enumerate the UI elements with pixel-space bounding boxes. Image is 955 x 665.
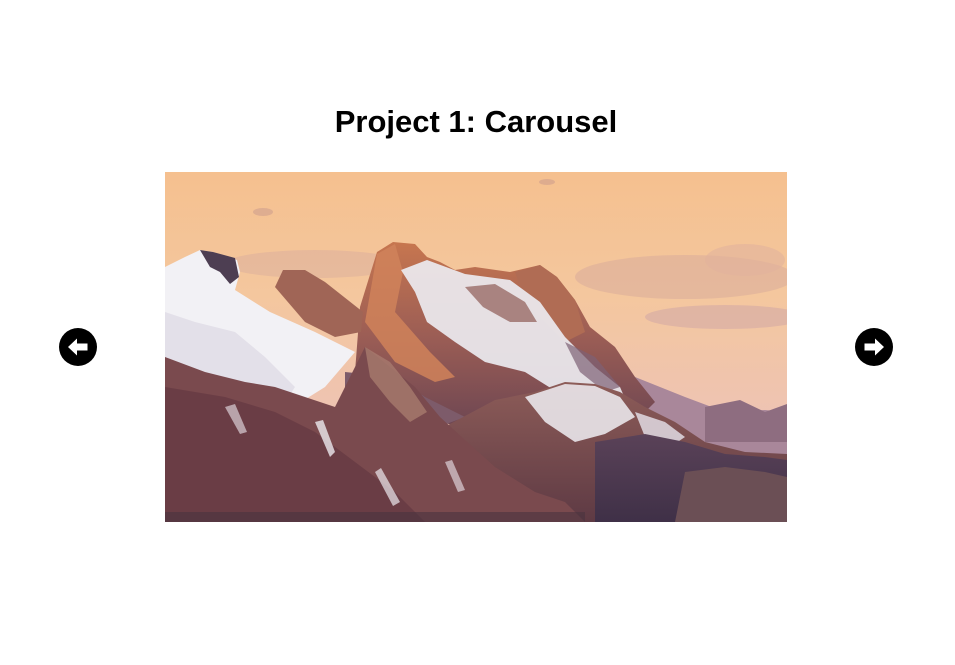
- arrow-left-icon: [68, 338, 88, 356]
- prev-button[interactable]: [59, 328, 97, 366]
- arrow-right-icon: [864, 338, 884, 356]
- next-button[interactable]: [855, 328, 893, 366]
- carousel-slide-image: [165, 172, 787, 522]
- mountain-image: [165, 172, 787, 522]
- page-title: Project 1: Carousel: [334, 104, 618, 139]
